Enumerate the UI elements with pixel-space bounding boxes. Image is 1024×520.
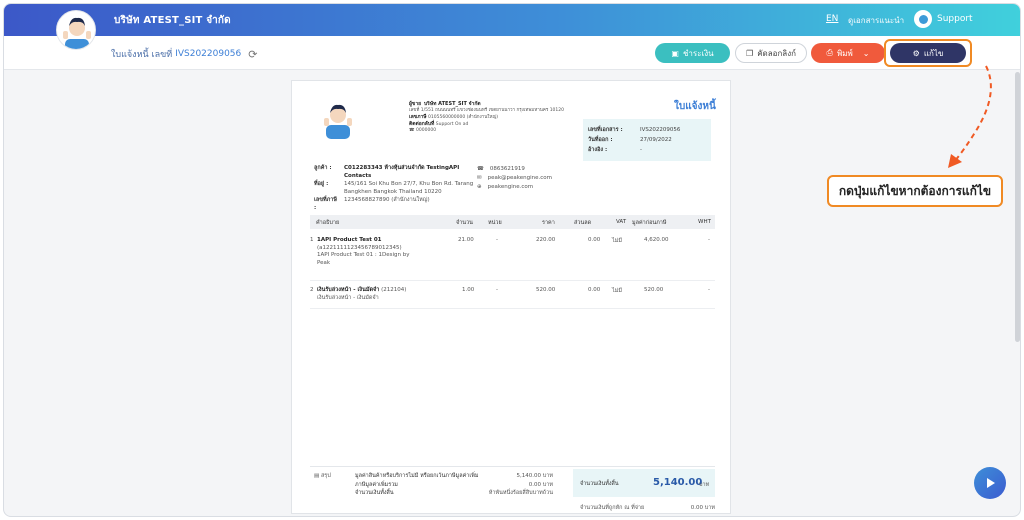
mail-icon: ✉ <box>477 175 482 181</box>
support-button[interactable]: Support <box>914 10 973 28</box>
document-number: IVS202209056 <box>175 49 242 59</box>
document-type-label: ใบแจ้งหนี้ เลขที่ <box>111 50 173 60</box>
meta-row-date: วันที่ออก :27/09/2022 <box>588 137 672 143</box>
customer-label: ลูกค้า : <box>314 165 332 171</box>
copy-link-button[interactable]: ❐ คัดลอกลิงก์ <box>735 43 807 63</box>
customer-tax-value: 1234568827890 (สำนักงานใหญ่) <box>344 197 430 203</box>
col-description: คำอธิบาย <box>316 220 340 226</box>
play-icon <box>987 478 995 488</box>
seller-logo <box>324 104 352 139</box>
invoice-preview: ผู้ขาย บริษัท ATEST_SIT จำกัด เลขที่ 1/5… <box>291 80 731 514</box>
play-tutorial-button[interactable] <box>974 467 1006 499</box>
scrollbar[interactable] <box>1015 72 1020 342</box>
support-icon <box>914 10 932 28</box>
seller-contact-value: Support On ad <box>435 122 469 127</box>
seller-phone: 0000000 <box>416 128 437 133</box>
edit-button-highlight <box>884 39 972 67</box>
wallet-icon: ▣ <box>671 48 679 58</box>
table-row: 2 เงินรับล่วงหน้า - เงินมัดจำ (212104) เง… <box>310 283 715 309</box>
seller-name: บริษัท ATEST_SIT จำกัด <box>423 101 481 107</box>
withholding-label: จำนวนเงินที่ถูกหัก ณ ที่จ่าย <box>580 505 645 511</box>
company-logo-avatar[interactable] <box>56 10 96 50</box>
invoice-summary: ▤ สรุป มูลค่าสินค้าหรือบริการไม่มี หรือย… <box>310 466 715 515</box>
address-label: ที่อยู่ : <box>314 181 329 187</box>
refresh-icon[interactable]: ⟳ <box>248 48 257 61</box>
withholding-value: 0.00 บาท <box>690 505 715 511</box>
pay-button[interactable]: ▣ ชำระเงิน <box>655 43 730 63</box>
globe-icon: ⊕ <box>477 184 482 190</box>
col-quantity: จำนวน <box>456 220 473 226</box>
copy-label: คัดลอกลิงก์ <box>757 48 796 58</box>
summary-line-vat: ภาษีมูลค่าเพิ่มรวม <box>355 481 398 488</box>
summary-icon: ▤ <box>314 473 320 479</box>
col-discount: ส่วนลด <box>574 220 592 226</box>
seller-tax-label: เลขภาษี <box>409 114 427 120</box>
seller-contact-label: ติดต่อกลับที่ <box>409 121 435 127</box>
phone-icon: ☎ <box>477 166 484 172</box>
summary-value-nonvat: 5,140.00 บาท <box>516 473 553 479</box>
seller-tax-value: 0105560000000 (สำนักงานใหญ่) <box>428 115 499 120</box>
seller-label: ผู้ขาย <box>409 101 422 107</box>
col-amount: มูลค่าก่อนภาษี <box>632 220 667 226</box>
summary-value-words: ห้าพันหนึ่งร้อยสี่สิบบาทถ้วน <box>488 490 553 496</box>
chevron-down-icon[interactable]: ⌄ <box>863 49 870 58</box>
language-switch[interactable]: EN <box>826 14 838 24</box>
document-toolbar: ใบแจ้งหนี้ เลขที่ IVS202209056 ⟳ ▣ ชำระเ… <box>4 36 1020 70</box>
summary-line-nonvat: มูลค่าสินค้าหรือบริการไม่มี หรือยกเว้นภา… <box>355 473 479 479</box>
address-value: 145/161 Soi Khu Bon 27/7, Khu Bon Rd. Ta… <box>344 181 474 195</box>
table-row: 1 1API Product Test 01 (a1221111123456789… <box>310 233 715 281</box>
invoice-title: ใบแจ้งหนี้ <box>674 101 716 112</box>
meta-row-reference: อ้างอิง :- <box>588 147 642 153</box>
annotation-arrow <box>948 65 992 168</box>
customer-email: peak@peakengine.com <box>487 175 553 181</box>
col-vat: VAT <box>616 219 627 225</box>
print-label: พิมพ์ <box>836 48 853 58</box>
customer-contact: ☎ 0863621919 ✉ peak@peakengine.com ⊕ peaken… <box>477 165 552 192</box>
printer-icon: ⎙ <box>826 48 833 57</box>
customer-value: C012283343 ห้างหุ้นส่วนจำกัด TestingAPI … <box>344 165 460 179</box>
document-heading: ใบแจ้งหนี้ เลขที่ IVS202209056 ⟳ <box>111 47 257 61</box>
company-name[interactable]: บริษัท ATEST_SIT จำกัด <box>114 13 231 28</box>
app-window: บริษัท ATEST_SIT จำกัด EN ดูเอกสารแนะนำ … <box>3 3 1021 517</box>
support-label: Support <box>937 14 973 24</box>
col-unit: หน่วย <box>488 220 502 226</box>
col-wht: WHT <box>698 219 711 225</box>
summary-value-vat: 0.00 บาท <box>528 481 553 488</box>
grand-total-label: จำนวนเงินทั้งสิ้น <box>580 481 619 487</box>
instruction-callout: กดปุ่มแก้ไขหากต้องการแก้ไข <box>827 175 1003 207</box>
summary-line-total: จำนวนเงินทั้งสิ้น <box>355 490 394 496</box>
customer-tax-label: เลขที่ภาษี : <box>314 197 337 211</box>
customer-website: peakengine.com <box>487 184 534 190</box>
grand-total-box: จำนวนเงินทั้งสิ้น 5,140.00 บาท <box>573 469 715 497</box>
top-navbar: บริษัท ATEST_SIT จำกัด EN ดูเอกสารแนะนำ … <box>4 4 1020 36</box>
customer-info: ลูกค้า : C012283343 ห้างหุ้นส่วนจำกัด Tes… <box>314 165 479 213</box>
withholding-row: จำนวนเงินที่ถูกหัก ณ ที่จ่าย 0.00 บาท <box>580 504 715 512</box>
seller-info: ผู้ขาย บริษัท ATEST_SIT จำกัด เลขที่ 1/5… <box>409 101 579 134</box>
print-button[interactable]: ⎙ พิมพ์ ⌄ <box>811 43 885 63</box>
meta-row-number: เลขที่เอกสาร : IVS202209056 <box>588 127 681 133</box>
help-link[interactable]: ดูเอกสารแนะนำ <box>848 14 904 27</box>
customer-phone: 0863621919 <box>489 166 525 172</box>
grand-total-unit: บาท <box>699 482 710 488</box>
grand-total-value: 5,140.00 <box>653 477 703 488</box>
col-price: ราคา <box>542 220 555 226</box>
copy-icon: ❐ <box>746 48 754 58</box>
phone-icon: ☎ <box>409 128 415 133</box>
summary-label: สรุป <box>320 473 331 479</box>
pay-label: ชำระเงิน <box>682 48 714 58</box>
document-meta: เลขที่เอกสาร : IVS202209056 วันที่ออก :27… <box>583 119 711 161</box>
items-table-header: คำอธิบาย จำนวน หน่วย ราคา ส่วนลด VAT มูล… <box>310 215 715 229</box>
